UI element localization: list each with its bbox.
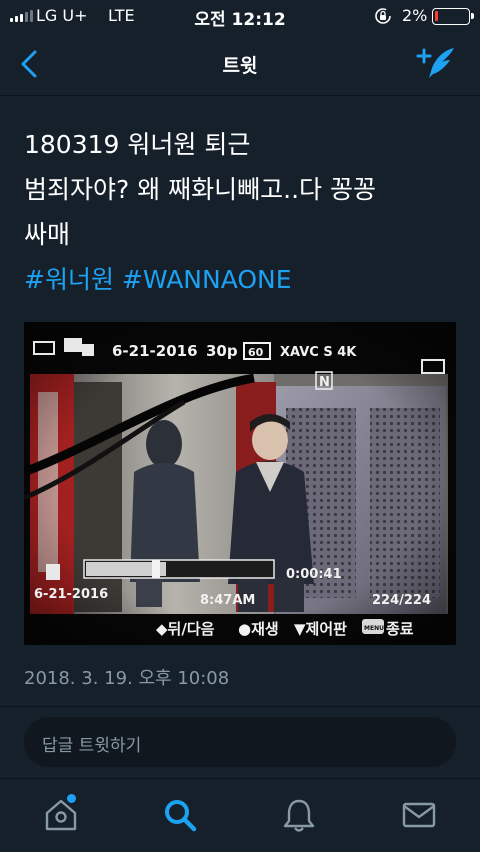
search-icon[interactable] <box>160 795 200 835</box>
camera-fps: 30p <box>206 342 238 360</box>
envelope-icon[interactable] <box>399 795 439 835</box>
camera-playback-icon <box>64 338 82 352</box>
battery-icon <box>432 8 474 25</box>
camera-file-index: 224/224 <box>372 593 431 608</box>
home-notification-dot <box>67 794 76 803</box>
camera-date-bottom: 6-21-2016 <box>34 587 108 602</box>
battery-percent: 2% <box>402 6 428 25</box>
tweet-photo[interactable]: 6-21-2016 30p 60 XAVC S 4K N 0:00:41 6-2… <box>24 322 456 645</box>
tweet-timestamp: 2018. 3. 19. 오후 10:08 <box>24 668 230 689</box>
reply-input[interactable]: 답글 트윗하기 <box>24 717 456 767</box>
hashtag-line: #워너원 #WANNAONE <box>24 257 456 302</box>
tweet-line: 싸매 <box>24 220 71 249</box>
camera-menu-box: MENU <box>364 625 384 632</box>
page-title: 트윗 <box>222 55 258 77</box>
camera-n-mark: N <box>319 375 330 390</box>
hashtag-link[interactable]: #워너원 <box>24 265 114 294</box>
tweet-line: 180319 워너원 퇴근 <box>24 130 251 159</box>
camera-date-top: 6-21-2016 <box>112 342 198 360</box>
bell-icon[interactable] <box>279 795 319 835</box>
camera-clock: 8:47AM <box>200 593 255 608</box>
status-bar: LG U+ LTE 오전 12:12 2% <box>0 0 480 32</box>
camera-counter: 0:00:41 <box>286 567 342 582</box>
hashtag-link[interactable]: #WANNAONE <box>122 265 292 294</box>
compose-tweet-icon[interactable] <box>414 44 460 84</box>
camera-fps-box: 60 <box>248 346 264 359</box>
reply-placeholder: 답글 트윗하기 <box>42 736 142 756</box>
tab-bar <box>0 778 480 852</box>
camera-control-label: ▼제어판 <box>294 620 347 638</box>
camera-format: XAVC S 4K <box>280 345 357 360</box>
camera-screen-photo: 6-21-2016 30p 60 XAVC S 4K N 0:00:41 6-2… <box>24 322 456 645</box>
tweet-text: 180319 워너원 퇴근 범죄자야? 왜 째화니빼고..다 꽁꽁 싸매 #워너… <box>24 122 456 302</box>
camera-nav-label: ◆뒤/다음 <box>156 620 215 638</box>
camera-play-label: ●재생 <box>238 620 279 638</box>
rotation-lock-icon <box>375 8 391 24</box>
camera-end-label: 종료 <box>386 620 414 638</box>
tweet-line: 범죄자야? 왜 째화니빼고..다 꽁꽁 <box>24 175 377 204</box>
nav-bar: 트윗 <box>0 32 480 96</box>
divider <box>0 706 480 707</box>
